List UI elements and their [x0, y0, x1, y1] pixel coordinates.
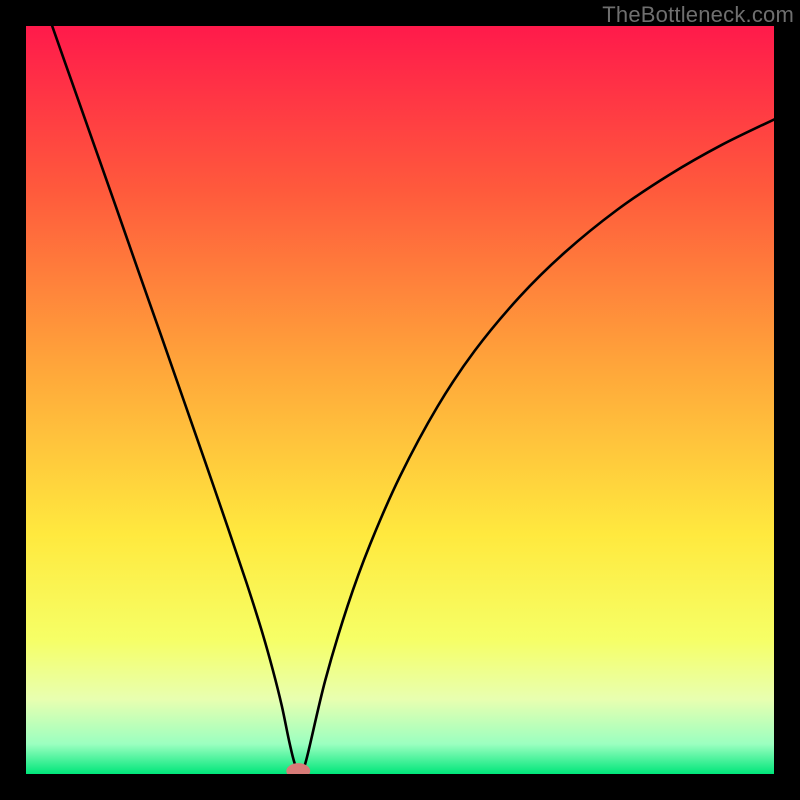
outer-frame: TheBottleneck.com — [0, 0, 800, 800]
chart-svg — [26, 26, 774, 774]
gradient-background — [26, 26, 774, 774]
plot-area — [26, 26, 774, 774]
attribution-text: TheBottleneck.com — [602, 2, 794, 28]
